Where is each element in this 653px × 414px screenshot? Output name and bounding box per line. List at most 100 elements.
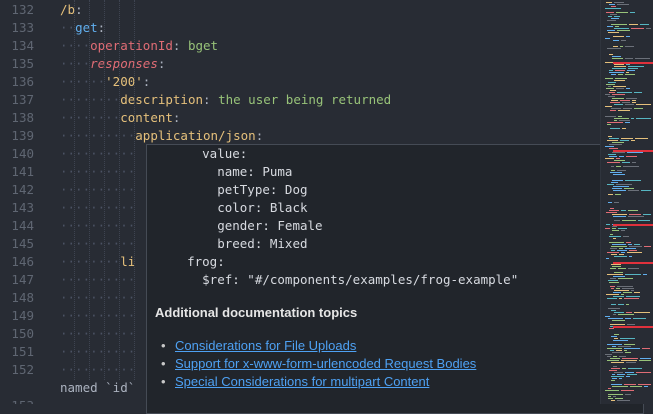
indent-whitespace: ··········	[60, 272, 136, 287]
minimap-line	[611, 18, 619, 19]
minimap-line	[612, 320, 625, 321]
minimap-line	[605, 94, 610, 95]
list-item: • Considerations for File Uploads	[161, 337, 476, 355]
hover-code-line: gender: Female	[157, 218, 323, 233]
minimap-line	[608, 388, 611, 389]
code-line[interactable]: ········content:	[60, 109, 180, 127]
minimap-line	[625, 58, 633, 59]
minimap-line	[615, 78, 627, 79]
minimap-line	[630, 386, 642, 387]
minimap-line	[608, 96, 615, 97]
hover-documentation-popup[interactable]: value: name: Puma petType: Dog color: Bl…	[146, 144, 644, 414]
code-line[interactable]: ··········	[60, 145, 135, 163]
minimap-line	[626, 304, 629, 305]
minimap-line	[629, 24, 638, 25]
minimap-line	[618, 278, 633, 279]
minimap-line	[608, 396, 611, 397]
minimap-line	[611, 166, 614, 167]
minimap-line	[605, 158, 614, 159]
minimap-line	[617, 286, 633, 287]
code-token: :	[172, 38, 188, 53]
minimap-line	[624, 350, 627, 351]
code-line[interactable]: ··········	[60, 271, 135, 289]
code-line[interactable]: ··········	[60, 343, 135, 361]
minimap-line	[607, 274, 623, 275]
minimap-line	[614, 120, 617, 121]
code-line[interactable]: ··········application/json:	[60, 127, 263, 145]
minimap-line	[612, 188, 622, 189]
minimap-line	[612, 68, 626, 69]
link-file-uploads[interactable]: Considerations for File Uploads	[175, 338, 356, 353]
minimap-line	[613, 174, 625, 175]
minimap-line	[624, 298, 639, 299]
minimap[interactable]	[600, 0, 653, 404]
link-multipart-content[interactable]: Special Considerations for multipart Con…	[175, 374, 429, 389]
code-line[interactable]: ··········	[60, 289, 135, 307]
code-line[interactable]: ··········	[60, 199, 135, 217]
minimap-line	[613, 396, 616, 397]
code-line[interactable]: ··········	[60, 217, 135, 235]
code-token: responses	[90, 56, 158, 71]
minimap-line	[625, 122, 630, 123]
code-line[interactable]: ········li	[60, 253, 135, 271]
minimap-line	[605, 146, 614, 147]
code-line[interactable]: ··········	[60, 235, 135, 253]
code-token: named `id`	[60, 380, 136, 395]
indent-guide	[89, 0, 90, 380]
line-number: 137	[11, 92, 34, 107]
indent-whitespace: ········	[60, 110, 121, 125]
minimap-line	[611, 250, 615, 251]
minimap-line	[627, 374, 637, 375]
minimap-line	[613, 292, 621, 293]
line-number: 142	[11, 182, 34, 197]
line-number: 148	[11, 290, 34, 305]
minimap-line	[627, 324, 635, 325]
minimap-line	[618, 268, 626, 269]
minimap-line	[625, 74, 635, 75]
minimap-line	[614, 28, 629, 29]
minimap-line	[617, 170, 626, 171]
code-line[interactable]: ··get:	[60, 19, 105, 37]
minimap-line	[638, 220, 650, 221]
minimap-line	[619, 248, 623, 249]
minimap-line	[631, 290, 634, 291]
minimap-line	[620, 140, 629, 141]
indent-guide	[134, 0, 135, 380]
minimap-line	[608, 16, 612, 17]
minimap-line	[609, 282, 619, 283]
code-line[interactable]: ··········	[60, 325, 135, 343]
minimap-line	[605, 106, 612, 107]
code-line[interactable]: ··········	[60, 307, 135, 325]
minimap-line	[625, 46, 634, 47]
hover-code-line: value:	[157, 146, 248, 161]
minimap-line	[618, 74, 623, 75]
minimap-line	[614, 66, 626, 67]
minimap-line	[610, 110, 616, 111]
minimap-line	[631, 118, 634, 119]
minimap-line	[615, 26, 619, 27]
minimap-line	[636, 104, 651, 105]
minimap-line	[613, 190, 626, 191]
code-line[interactable]: /b:	[60, 1, 83, 19]
code-line[interactable]: ··········	[60, 181, 135, 199]
minimap-line	[638, 384, 651, 385]
link-urlencoded-bodies[interactable]: Support for x-www-form-urlencoded Reques…	[175, 356, 476, 371]
indent-guide	[119, 0, 120, 380]
minimap-line	[622, 220, 636, 221]
minimap-line	[611, 246, 627, 247]
code-line[interactable]: ··········	[60, 361, 135, 379]
code-line[interactable]: ··········	[60, 163, 135, 181]
minimap-line	[613, 186, 629, 187]
minimap-line	[612, 142, 624, 143]
minimap-line	[613, 296, 624, 297]
minimap-line	[605, 390, 619, 391]
documentation-topics-heading: Additional documentation topics	[155, 305, 358, 320]
code-line[interactable]: named `id`	[60, 379, 135, 397]
code-line[interactable]: ····operationId: bget	[60, 37, 218, 55]
minimap-line	[616, 158, 620, 159]
minimap-line	[612, 346, 616, 347]
code-line[interactable]: ····responses:	[60, 55, 165, 73]
minimap-line	[610, 234, 613, 235]
code-line[interactable]: ········description: the user being retu…	[60, 91, 391, 109]
minimap-line	[622, 288, 634, 289]
